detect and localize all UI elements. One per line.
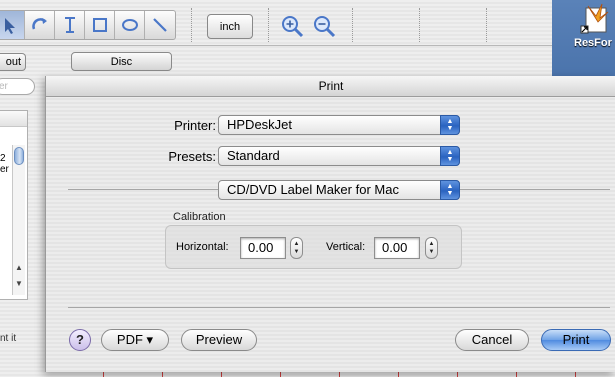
ellipse-tool[interactable]: [115, 11, 145, 39]
calibration-group: Horizontal: 0.00 ▲ ▼ Vertical: 0.00 ▲ ▼: [165, 225, 462, 269]
popup-arrows-icon: ▲ ▼: [440, 146, 460, 166]
vertical-label: Vertical:: [326, 241, 366, 253]
toolbar-separator: [268, 8, 269, 42]
toolbar-separator: [419, 8, 420, 42]
horizontal-label: Horizontal:: [176, 241, 229, 253]
popup-arrows-icon: ▲ ▼: [440, 180, 460, 200]
zoom-in-button[interactable]: [279, 13, 305, 39]
text-cursor-icon: [64, 17, 75, 33]
sheet-title-bar: Print: [46, 76, 615, 97]
panel-divider-right: [460, 189, 610, 190]
zoom-out-icon: [314, 16, 336, 38]
printer-value: HPDeskJet: [227, 117, 293, 132]
toolbar-separator: [486, 8, 487, 42]
search-field[interactable]: er: [0, 78, 35, 95]
horizontal-stepper[interactable]: ▲ ▼: [290, 237, 303, 259]
rectangle-icon: [92, 18, 107, 32]
ellipse-icon: [121, 19, 138, 31]
sheet-title: Print: [318, 79, 344, 93]
line-tool[interactable]: [145, 11, 175, 39]
units-button[interactable]: inch: [207, 14, 253, 39]
zoom-out-button[interactable]: [311, 13, 337, 39]
desktop-icon-label: ResFor: [574, 37, 612, 49]
rotate-tool[interactable]: [25, 11, 55, 39]
toolbar-separator: [191, 8, 192, 42]
panel-selector-popup[interactable]: CD/DVD Label Maker for Mac ▲ ▼: [218, 180, 460, 200]
select-arrow-tool[interactable]: [0, 11, 25, 39]
help-button[interactable]: ?: [69, 329, 91, 351]
arrow-cursor-icon: [4, 18, 15, 34]
line-icon: [153, 18, 167, 32]
scroll-down-arrow-icon[interactable]: ▼: [15, 279, 23, 288]
horizontal-offset-field[interactable]: 0.00: [240, 237, 286, 259]
print-sheet: Print Printer: HPDeskJet ▲ ▼ Presets: Sta…: [45, 76, 615, 372]
presets-label: Presets:: [168, 149, 216, 164]
preview-button[interactable]: Preview: [181, 329, 257, 351]
presets-popup[interactable]: Standard ▲ ▼: [218, 146, 460, 166]
printer-label: Printer:: [174, 118, 216, 133]
cancel-button[interactable]: Cancel: [455, 329, 529, 351]
panel-divider-left: [68, 189, 218, 190]
text-tool[interactable]: [55, 11, 85, 39]
resource-file-icon[interactable]: [578, 2, 612, 36]
layout-tab[interactable]: out: [0, 53, 26, 71]
disc-tab[interactable]: Disc: [71, 52, 172, 71]
vertical-offset-field[interactable]: 0.00: [374, 237, 420, 259]
drawing-toolbar: inch: [0, 0, 552, 46]
pdf-menu-button[interactable]: PDF ▾: [101, 329, 169, 351]
rotate-icon: [31, 18, 47, 30]
draw-tools-group: [0, 10, 176, 40]
toolbar-separator: [352, 8, 353, 42]
popup-arrows-icon: ▲ ▼: [440, 115, 460, 135]
vertical-stepper[interactable]: ▲ ▼: [425, 237, 438, 259]
rectangle-tool[interactable]: [85, 11, 115, 39]
document-icon: [580, 3, 609, 34]
list-header: [0, 111, 27, 127]
presets-value: Standard: [227, 148, 280, 163]
print-button[interactable]: Print: [541, 329, 611, 351]
scroll-up-arrow-icon[interactable]: ▲: [15, 263, 23, 272]
hint-text: nt it: [0, 333, 17, 344]
scroll-thumb[interactable]: [14, 147, 24, 165]
buttons-divider: [68, 307, 610, 308]
panel-selector-value: CD/DVD Label Maker for Mac: [227, 182, 399, 197]
printer-popup[interactable]: HPDeskJet ▲ ▼: [218, 115, 460, 135]
zoom-in-icon: [282, 16, 304, 38]
list-scrollbar[interactable]: ▲ ▼: [12, 145, 25, 295]
desktop: ResFor: [552, 0, 615, 80]
calibration-group-label: Calibration: [173, 211, 226, 223]
